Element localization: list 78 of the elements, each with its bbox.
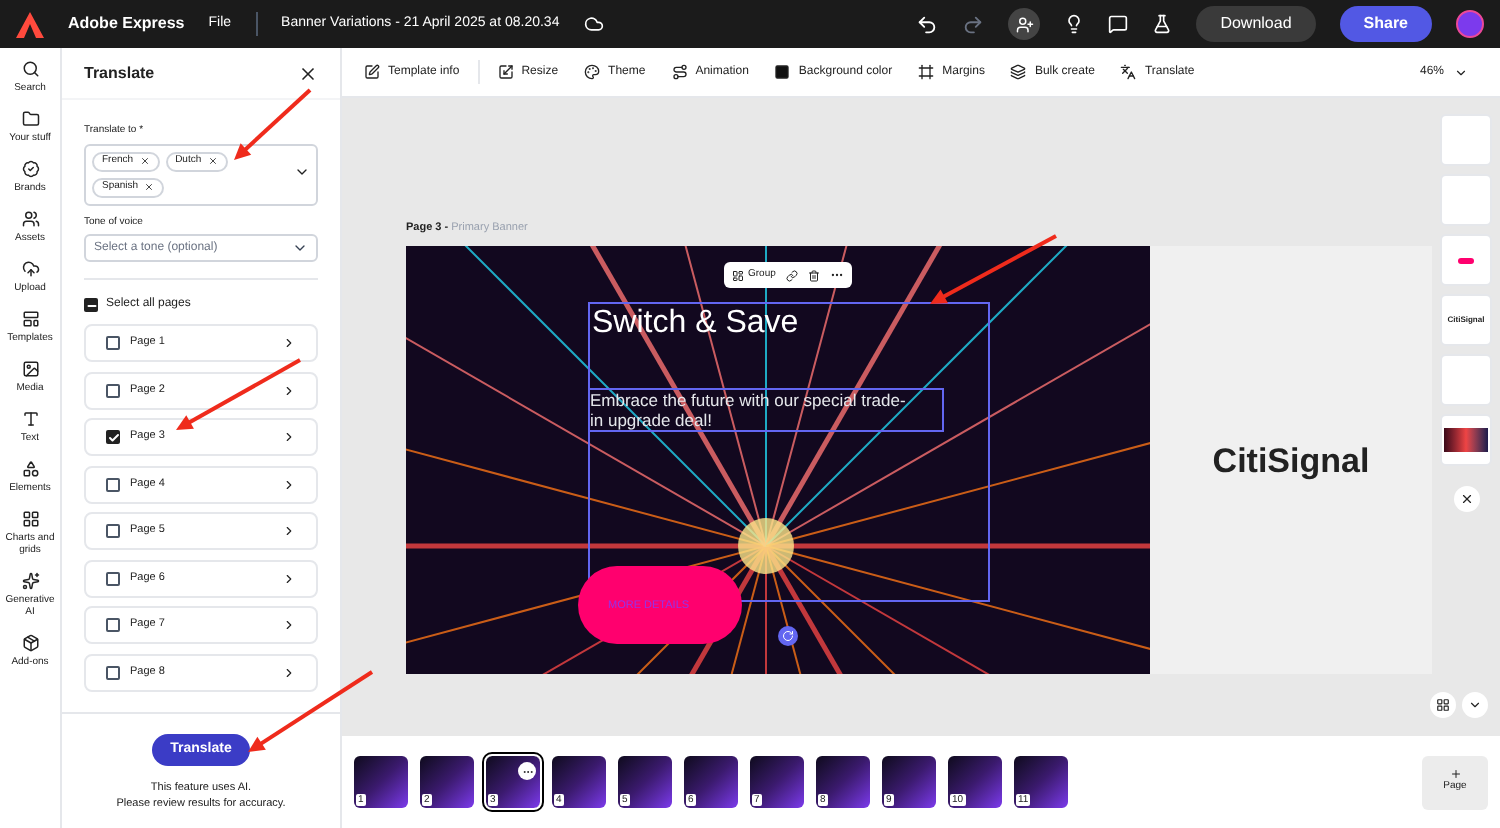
comment-icon[interactable] bbox=[1108, 14, 1129, 34]
chevron-icon bbox=[282, 618, 296, 632]
chevron-icon bbox=[282, 571, 296, 585]
text-icon bbox=[21, 410, 39, 428]
add-person-icon bbox=[1015, 15, 1034, 33]
group-icon bbox=[732, 269, 744, 282]
sparkles-icon bbox=[21, 572, 39, 590]
chevron-down-icon bbox=[1454, 65, 1468, 79]
frame-icon bbox=[918, 64, 935, 80]
template-icon bbox=[21, 310, 39, 328]
path-icon bbox=[671, 64, 688, 80]
annotation-arrow bbox=[234, 88, 312, 160]
page-checkbox[interactable] bbox=[106, 336, 120, 350]
brand-logo: CitiSignal bbox=[1212, 439, 1370, 484]
grid-icon bbox=[1436, 698, 1450, 712]
invite-button[interactable] bbox=[1008, 8, 1041, 40]
plus-icon bbox=[1449, 768, 1461, 781]
select-all-checkbox[interactable] bbox=[84, 298, 98, 312]
avatar[interactable] bbox=[1456, 10, 1484, 38]
page-checkbox[interactable] bbox=[106, 618, 120, 632]
page-checkbox[interactable] bbox=[106, 383, 120, 397]
undo-icon[interactable] bbox=[916, 13, 939, 35]
cloud-icon bbox=[583, 14, 604, 34]
check-icon bbox=[107, 431, 119, 443]
redo-icon[interactable] bbox=[962, 13, 985, 35]
link-icon[interactable] bbox=[785, 269, 798, 282]
chevron-icon bbox=[282, 524, 296, 538]
grid-icon bbox=[21, 510, 39, 528]
package-icon bbox=[21, 634, 39, 652]
close-icon[interactable] bbox=[298, 63, 318, 83]
chevron-down-icon bbox=[292, 240, 308, 256]
image-icon bbox=[21, 360, 39, 378]
lightbulb-icon[interactable] bbox=[1064, 14, 1085, 34]
page-checkbox[interactable] bbox=[106, 524, 120, 538]
palette-icon bbox=[584, 64, 601, 80]
page-checkbox[interactable] bbox=[106, 477, 120, 491]
chevron-icon bbox=[282, 383, 296, 397]
cloud-upload-icon bbox=[21, 260, 39, 278]
page-thumbnail[interactable] bbox=[1440, 414, 1492, 466]
grid-view-button[interactable] bbox=[1430, 692, 1456, 718]
minus-icon bbox=[85, 299, 97, 311]
resize-icon bbox=[497, 64, 514, 80]
page-thumbnail[interactable] bbox=[1440, 234, 1492, 286]
page-thumbnail[interactable] bbox=[1440, 354, 1492, 406]
annotation-arrow bbox=[176, 358, 301, 430]
more-button[interactable] bbox=[518, 762, 536, 780]
delete-icon[interactable] bbox=[807, 269, 820, 282]
chevron-icon bbox=[282, 430, 296, 444]
download-button[interactable]: Download bbox=[1196, 6, 1316, 42]
panel-title: Translate bbox=[84, 61, 155, 85]
chevron-icon bbox=[282, 665, 296, 679]
shapes-icon bbox=[21, 460, 39, 478]
translate-icon bbox=[1120, 64, 1137, 80]
share-button[interactable]: Share bbox=[1339, 6, 1432, 42]
page-checkbox[interactable] bbox=[106, 665, 120, 679]
thumbnail-image bbox=[1444, 428, 1488, 452]
chevron-icon bbox=[282, 336, 296, 350]
search-icon bbox=[21, 60, 39, 78]
color-swatch-icon bbox=[774, 64, 791, 80]
page-checkbox[interactable] bbox=[106, 571, 120, 585]
annotation-arrow bbox=[248, 670, 374, 752]
badge-icon bbox=[21, 160, 39, 178]
pill-shape bbox=[1458, 257, 1474, 263]
annotation-arrow bbox=[930, 234, 1057, 304]
people-icon bbox=[21, 210, 39, 228]
app-logo-icon bbox=[16, 11, 44, 37]
chevron-icon bbox=[282, 477, 296, 491]
close-button[interactable] bbox=[1453, 486, 1479, 512]
app-name: Adobe Express bbox=[68, 12, 185, 36]
flask-icon[interactable] bbox=[1152, 14, 1173, 34]
layers-icon bbox=[1010, 64, 1027, 80]
edit-icon bbox=[364, 64, 380, 80]
rotate-icon bbox=[782, 630, 794, 643]
page-thumbnail[interactable] bbox=[1440, 174, 1492, 226]
chevron-down-icon bbox=[1468, 698, 1482, 712]
folder-icon bbox=[21, 110, 39, 128]
close-icon bbox=[1459, 492, 1473, 506]
page-thumbnail[interactable] bbox=[1440, 114, 1492, 166]
